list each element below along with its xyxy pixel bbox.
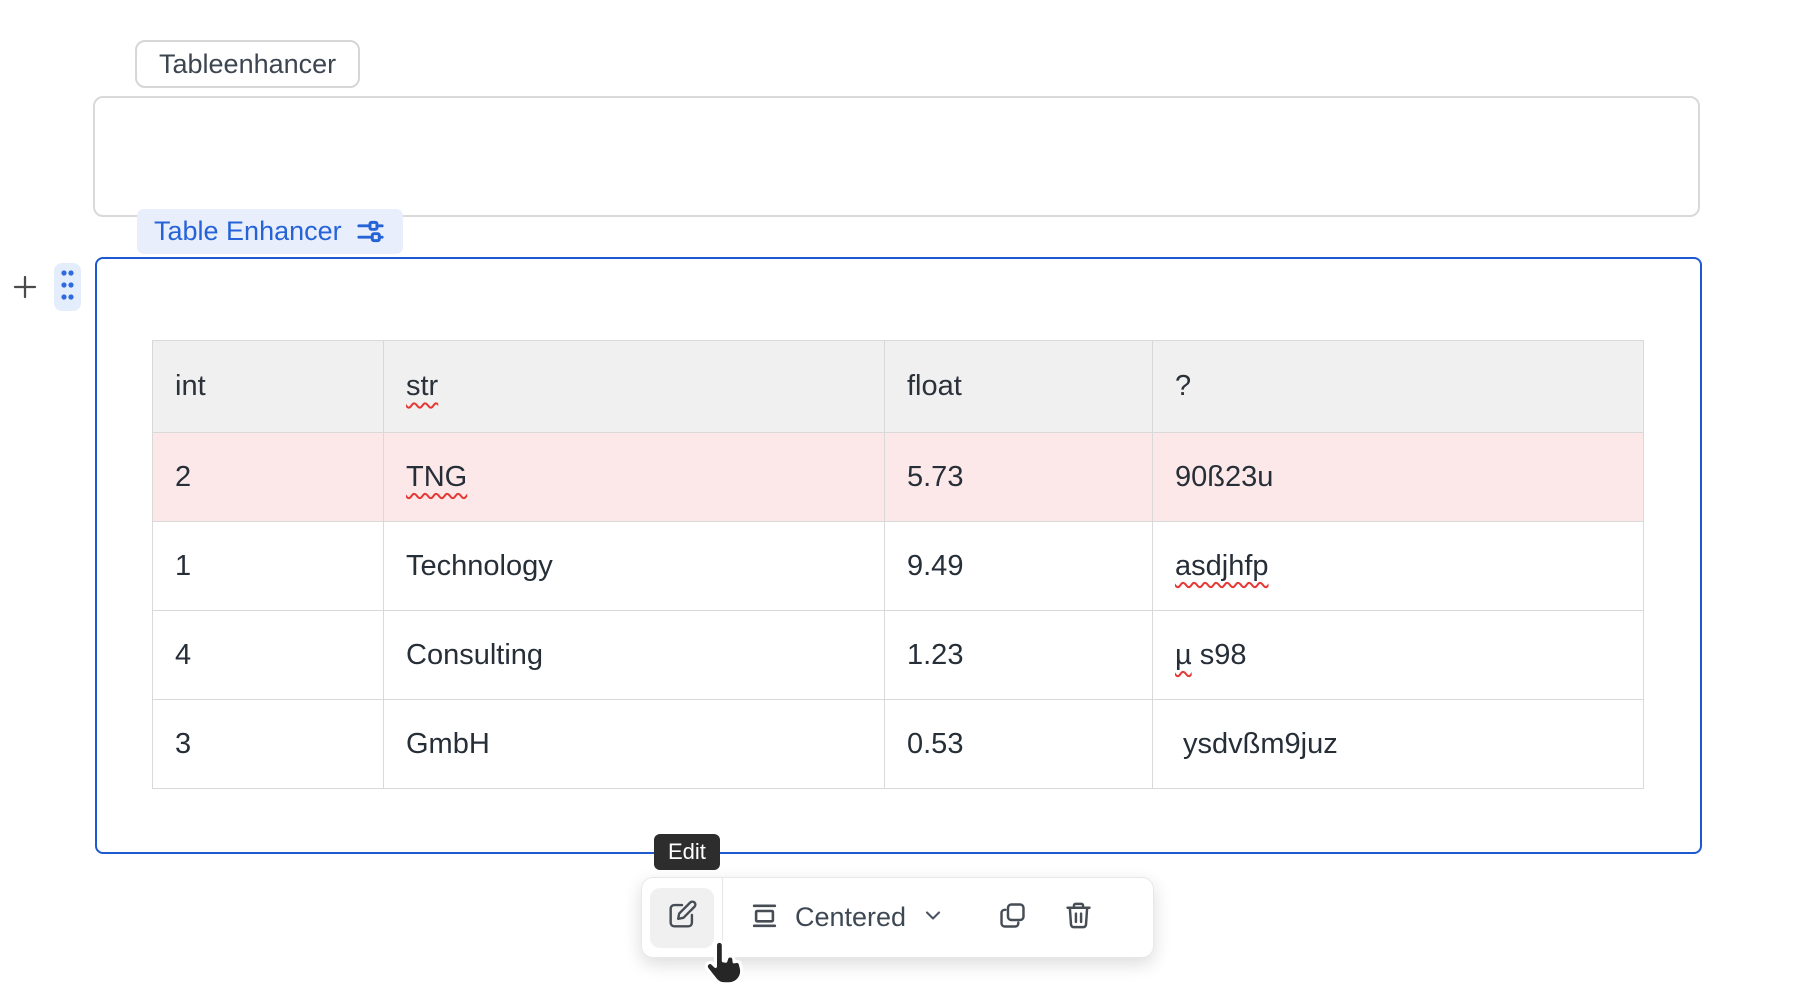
table-row: 4 Consulting 1.23 µ s98 — [153, 611, 1644, 700]
macro-chip[interactable]: Table Enhancer — [137, 209, 403, 254]
table-header-row: int str float ? — [153, 341, 1644, 433]
sliders-icon — [355, 216, 386, 247]
edit-tooltip: Edit — [654, 834, 720, 870]
macro-chip-label: Table Enhancer — [154, 216, 342, 247]
macro-name-text: Tableenhancer — [159, 49, 336, 80]
trash-icon — [1063, 900, 1094, 936]
cell-str: Consulting — [384, 611, 885, 700]
macro-name-field[interactable]: Tableenhancer — [135, 40, 360, 88]
drag-dots-icon — [59, 268, 76, 307]
cell-str: TNG — [384, 433, 885, 522]
cell-float: 9.49 — [885, 522, 1153, 611]
cell-int: 2 — [153, 433, 384, 522]
column-header-int: int — [153, 341, 384, 433]
cell-float: 0.53 — [885, 700, 1153, 789]
cell-question: ysdvßm9juz — [1153, 700, 1644, 789]
add-block-button[interactable] — [8, 272, 42, 306]
chevron-down-icon — [921, 903, 945, 932]
table-row: 2 TNG 5.73 90ß23u — [153, 433, 1644, 522]
cell-int: 4 — [153, 611, 384, 700]
column-header-question: ? — [1153, 341, 1644, 433]
edit-pencil-square-icon — [665, 898, 699, 937]
column-header-float: float — [885, 341, 1153, 433]
delete-button[interactable] — [1049, 888, 1107, 948]
cell-str: GmbH — [384, 700, 885, 789]
table-row: 3 GmbH 0.53 ysdvßm9juz — [153, 700, 1644, 789]
align-centered-icon — [749, 900, 780, 936]
cell-question: 90ß23u — [1153, 433, 1644, 522]
cell-question: µ s98 — [1153, 611, 1644, 700]
macro-parameter-box[interactable] — [93, 96, 1700, 217]
editor-canvas: Tableenhancer Table Enhancer — [0, 0, 1795, 996]
copy-icon — [997, 900, 1028, 936]
cell-int: 1 — [153, 522, 384, 611]
alignment-label: Centered — [795, 902, 906, 933]
enhanced-table: int str float ? 2 TNG 5.73 90ß23u 1 Tech… — [152, 340, 1644, 789]
table-row: 1 Technology 9.49 asdjhfp — [153, 522, 1644, 611]
mouse-cursor-hand-icon — [700, 938, 750, 996]
drag-handle[interactable] — [54, 263, 81, 311]
cell-question: asdjhfp — [1153, 522, 1644, 611]
copy-button[interactable] — [983, 888, 1041, 948]
column-header-str: str — [384, 341, 885, 433]
cell-str: Technology — [384, 522, 885, 611]
cell-float: 5.73 — [885, 433, 1153, 522]
plus-icon — [10, 272, 40, 307]
cell-int: 3 — [153, 700, 384, 789]
cell-float: 1.23 — [885, 611, 1153, 700]
alignment-dropdown[interactable]: Centered — [723, 878, 967, 957]
